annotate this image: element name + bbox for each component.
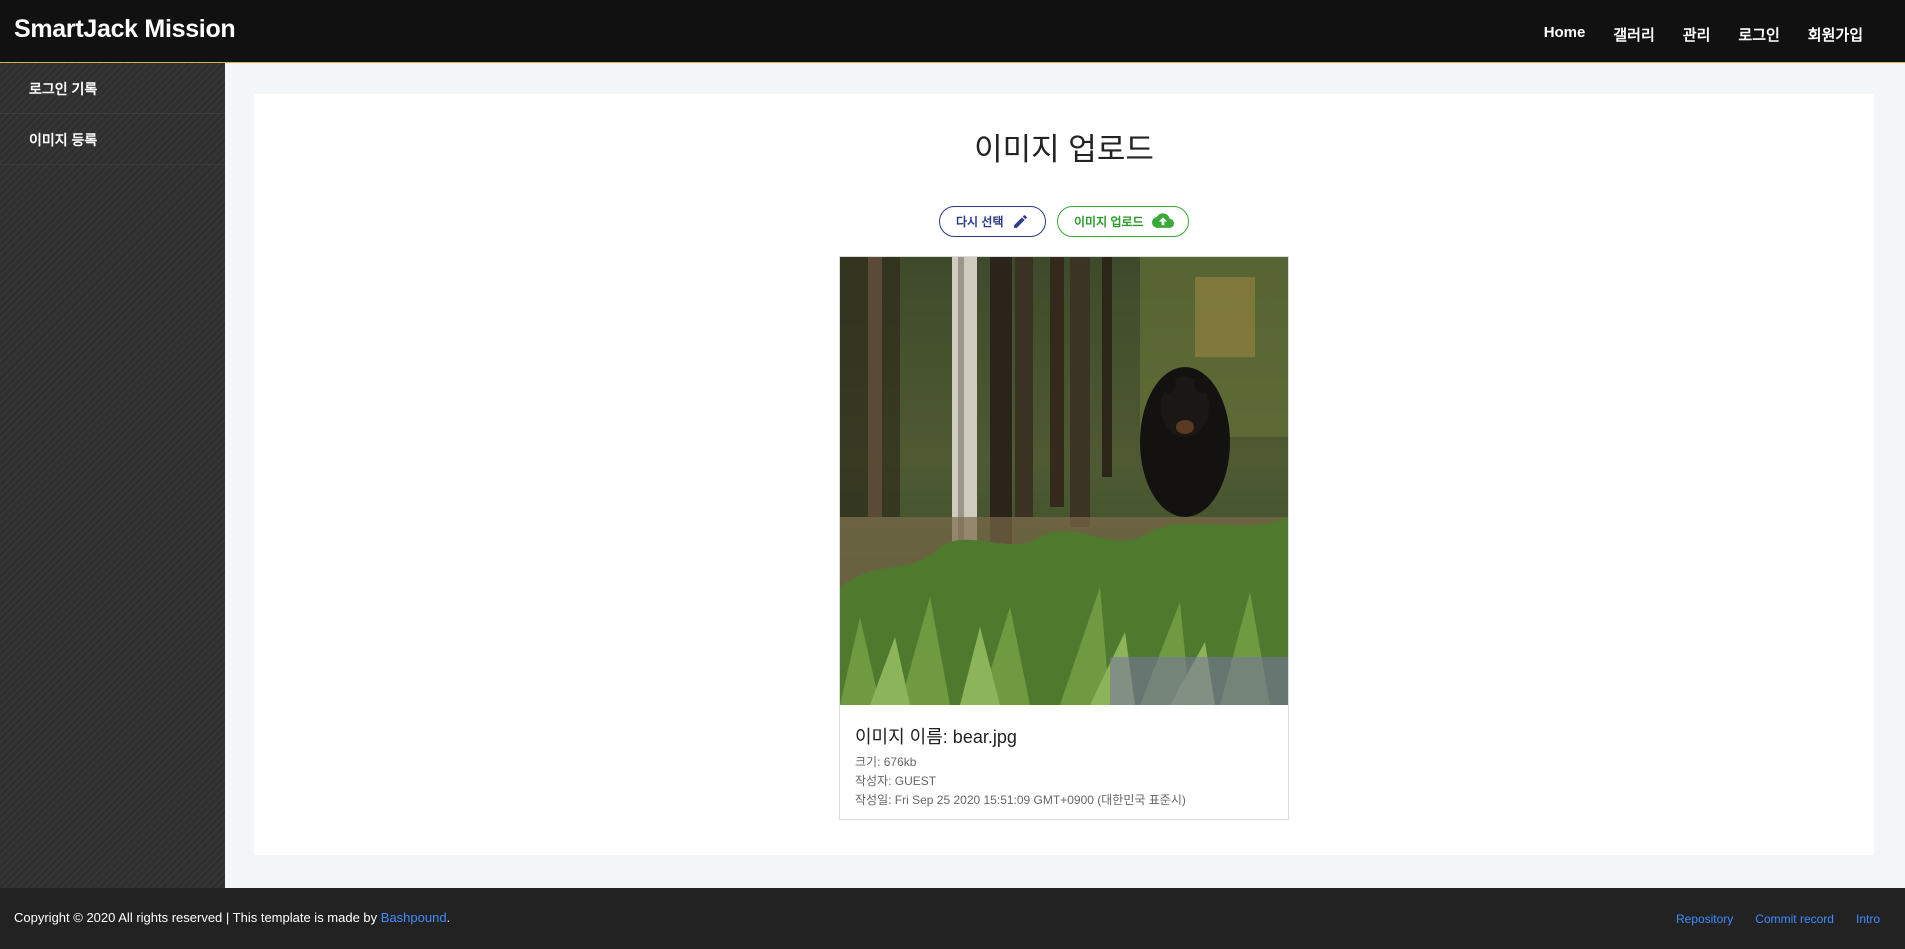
bear-photo bbox=[840, 257, 1288, 705]
sidebar-item-login-history[interactable]: 로그인 기록 bbox=[0, 63, 225, 114]
cloud-upload-icon bbox=[1151, 213, 1174, 230]
image-date: 작성일: Fri Sep 25 2020 15:51:09 GMT+0900 (… bbox=[855, 793, 1186, 807]
footer-link-commit-record[interactable]: Commit record bbox=[1755, 912, 1834, 926]
image-author: 작성자: GUEST bbox=[855, 774, 937, 788]
footer-links: Repository Commit record Intro bbox=[1676, 912, 1880, 926]
upload-button[interactable]: 이미지 업로드 bbox=[1057, 206, 1189, 237]
sidebar: 로그인 기록 이미지 등록 bbox=[0, 63, 225, 888]
nav-home[interactable]: Home bbox=[1544, 24, 1586, 45]
top-header: SmartJack Mission Home 갤러리 관리 로그인 회원가입 bbox=[0, 0, 1905, 63]
top-nav: Home 갤러리 관리 로그인 회원가입 bbox=[1544, 24, 1863, 45]
copyright-text: Copyright © 2020 All rights reserved | T… bbox=[14, 910, 450, 925]
nav-signup[interactable]: 회원가입 bbox=[1808, 24, 1863, 45]
image-size: 크기: 676kb bbox=[855, 755, 917, 769]
nav-login[interactable]: 로그인 bbox=[1738, 24, 1779, 45]
sidebar-item-image-register[interactable]: 이미지 등록 bbox=[0, 114, 225, 165]
upload-panel: 이미지 업로드 다시 선택 이미지 업로드 이미지 이름: bear.jpg 크… bbox=[254, 94, 1874, 855]
brand-logo[interactable]: SmartJack Mission bbox=[14, 15, 236, 44]
image-preview-card: 이미지 이름: bear.jpg 크기: 676kb 작성자: GUEST 작성… bbox=[839, 256, 1289, 820]
copyright-suffix: . bbox=[446, 910, 451, 925]
page-title: 이미지 업로드 bbox=[974, 132, 1154, 167]
pencil-icon bbox=[1012, 213, 1029, 230]
footer-link-repository[interactable]: Repository bbox=[1676, 912, 1733, 926]
image-name: 이미지 이름: bear.jpg bbox=[855, 727, 1017, 747]
footer: Copyright © 2020 All rights reserved | T… bbox=[0, 888, 1905, 949]
copyright-prefix: Copyright © 2020 All rights reserved | T… bbox=[14, 910, 381, 925]
nav-admin[interactable]: 관리 bbox=[1683, 24, 1711, 45]
reselect-button-label: 다시 선택 bbox=[956, 215, 1004, 229]
nav-gallery[interactable]: 갤러리 bbox=[1613, 24, 1654, 45]
reselect-button[interactable]: 다시 선택 bbox=[939, 206, 1046, 237]
footer-link-intro[interactable]: Intro bbox=[1856, 912, 1880, 926]
bashpound-link[interactable]: Bashpound bbox=[381, 910, 447, 925]
upload-button-label: 이미지 업로드 bbox=[1074, 215, 1144, 229]
